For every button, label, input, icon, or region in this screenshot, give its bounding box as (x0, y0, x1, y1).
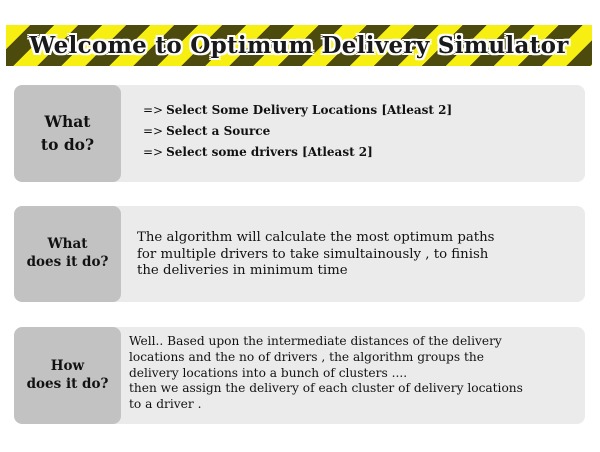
step-arrow: => (143, 103, 164, 117)
how-does-it-do-label: How does it do? (14, 327, 121, 424)
step-item: => Select a Source (143, 124, 452, 145)
what-to-do-card: What to do? => Select Some Delivery Locat… (14, 85, 585, 182)
step-arrow: => (143, 145, 164, 159)
step-text: Select some drivers [Atleast 2] (166, 145, 373, 159)
banner-title: Welcome to Optimum Delivery Simulator (29, 32, 569, 59)
what-to-do-label: What to do? (14, 85, 121, 182)
algorithm-description: The algorithm will calculate the most op… (137, 230, 495, 278)
what-does-it-do-card: What does it do? The algorithm will calc… (14, 206, 585, 302)
what-does-it-do-body: The algorithm will calculate the most op… (121, 206, 585, 302)
steps-list: => Select Some Delivery Locations [Atleas… (143, 103, 452, 166)
method-description: Well.. Based upon the intermediate dista… (129, 334, 523, 412)
step-text: Select Some Delivery Locations [Atleast … (166, 103, 453, 117)
step-item: => Select Some Delivery Locations [Atleas… (143, 103, 452, 124)
how-does-it-do-body: Well.. Based upon the intermediate dista… (121, 327, 585, 424)
step-arrow: => (143, 124, 164, 138)
step-text: Select a Source (166, 124, 271, 138)
welcome-banner: Welcome to Optimum Delivery Simulator (6, 25, 592, 66)
how-does-it-do-card: How does it do? Well.. Based upon the in… (14, 327, 585, 424)
step-item: => Select some drivers [Atleast 2] (143, 145, 452, 166)
what-does-it-do-label: What does it do? (14, 206, 121, 302)
what-to-do-body: => Select Some Delivery Locations [Atleas… (121, 85, 585, 182)
